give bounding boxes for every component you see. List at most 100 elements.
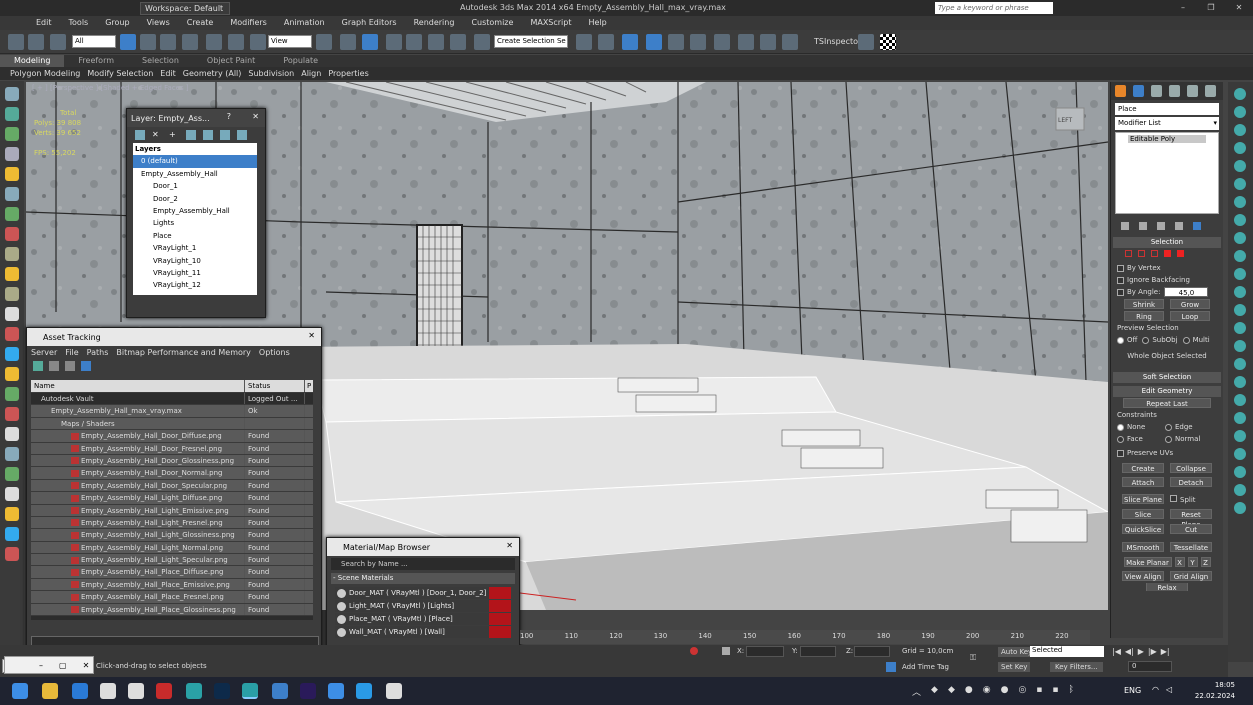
- left-tool-icon[interactable]: [5, 287, 19, 301]
- vertex-icon[interactable]: [1125, 250, 1132, 257]
- selection-rollout-header[interactable]: Selection: [1113, 237, 1221, 248]
- ribbon-panel-polygon-modeling[interactable]: Polygon Modeling: [10, 67, 80, 80]
- planar-z-button[interactable]: Z: [1200, 557, 1211, 567]
- camera-icon[interactable]: [328, 683, 344, 699]
- material-browser-header[interactable]: Material/Map Browser ✕: [327, 538, 519, 556]
- named-selection-dropdown[interactable]: Create Selection Se: [494, 35, 568, 48]
- left-tool-icon[interactable]: [5, 107, 19, 121]
- constraint-none-radio[interactable]: None: [1127, 423, 1165, 431]
- left-tool-icon[interactable]: [5, 307, 19, 321]
- go-to-end-icon[interactable]: ▶|: [1161, 647, 1170, 656]
- left-tool-icon[interactable]: [5, 407, 19, 421]
- grid-align-button[interactable]: Grid Align: [1170, 571, 1212, 581]
- right-tool-icon[interactable]: [1234, 484, 1246, 496]
- cut-button[interactable]: Cut: [1170, 524, 1212, 534]
- table-row[interactable]: Empty_Assembly_Hall_Light_Fresnel.png Fou…: [31, 516, 313, 530]
- percent-snap-icon[interactable]: [428, 34, 444, 50]
- menu-rendering[interactable]: Rendering: [414, 16, 455, 30]
- edge-icon[interactable]: [1138, 250, 1145, 257]
- bind-spacewarp-icon[interactable]: [50, 34, 66, 50]
- notepad-icon[interactable]: [272, 683, 288, 699]
- tray-app-icon[interactable]: ◎: [1018, 685, 1026, 698]
- object-name-input[interactable]: Place: [1115, 103, 1219, 115]
- table-row[interactable]: Empty_Assembly_Hall_Door_Normal.png Found: [31, 467, 313, 480]
- left-tool-icon[interactable]: [5, 207, 19, 221]
- table-row[interactable]: Empty_Assembly_Hall_Place_Fresnel.png Fou…: [31, 591, 313, 604]
- preview-subobj-radio[interactable]: SubObj: [1152, 336, 1177, 344]
- pin-stack-icon[interactable]: [1121, 222, 1129, 230]
- menu-help[interactable]: Help: [589, 16, 607, 30]
- highlight-layer-icon[interactable]: [220, 130, 230, 140]
- display-tab-icon[interactable]: [1187, 85, 1198, 97]
- material-item[interactable]: Place_MAT ( VRayMtl ) [Place]: [335, 613, 511, 625]
- unlink-icon[interactable]: [28, 34, 44, 50]
- table-row[interactable]: Empty_Assembly_Hall_Place_Emissive.png Fo…: [31, 578, 313, 592]
- list-view-icon[interactable]: [49, 361, 59, 371]
- reset-plane-button[interactable]: Reset Plane: [1170, 509, 1212, 529]
- after-effects-icon[interactable]: [300, 683, 316, 699]
- help-icon[interactable]: ?: [227, 112, 231, 121]
- configure-sets-icon[interactable]: [1193, 222, 1201, 230]
- add-to-layer-icon[interactable]: [186, 130, 196, 140]
- layer-item[interactable]: VRayLight_11: [133, 267, 257, 279]
- element-icon[interactable]: [1177, 250, 1184, 257]
- material-item[interactable]: Door_MAT ( VRayMtl ) [Door_1, Door_2]: [335, 587, 511, 599]
- close-button[interactable]: ✕: [1225, 0, 1253, 16]
- asset-menu-paths[interactable]: Paths: [87, 346, 109, 359]
- rotate-icon[interactable]: [228, 34, 244, 50]
- key-filters-button[interactable]: Key Filters...: [1050, 662, 1103, 672]
- right-tool-icon[interactable]: [1234, 124, 1246, 136]
- layer-item[interactable]: VRayLight_1: [133, 242, 257, 254]
- left-tool-icon[interactable]: [5, 167, 19, 181]
- planar-y-button[interactable]: Y: [1187, 557, 1198, 567]
- preview-off-radio[interactable]: Off: [1127, 336, 1137, 344]
- checker-icon[interactable]: [880, 34, 896, 50]
- layer-item[interactable]: Door_1: [133, 180, 257, 192]
- right-tool-icon[interactable]: [1234, 304, 1246, 316]
- angle-spinner[interactable]: 45,0: [1164, 287, 1209, 297]
- modifier-list-dropdown[interactable]: Modifier List ▾: [1115, 117, 1219, 130]
- menu-create[interactable]: Create: [187, 16, 214, 30]
- file-explorer-icon[interactable]: [42, 683, 58, 699]
- tessellate-button[interactable]: Tessellate: [1170, 542, 1212, 552]
- menu-tools[interactable]: Tools: [69, 16, 89, 30]
- asset-menu-bitmap-performance-and-memory[interactable]: Bitmap Performance and Memory: [116, 346, 251, 359]
- windows-start-icon[interactable]: [12, 683, 28, 699]
- photoshop-icon[interactable]: [214, 683, 230, 699]
- ribbon-tab-freeform[interactable]: Freeform: [64, 55, 128, 67]
- material-search-input[interactable]: Search by Name ...: [331, 558, 515, 570]
- spinner-snap-icon[interactable]: [450, 34, 466, 50]
- modify-tab-icon[interactable]: [1133, 85, 1144, 97]
- table-view-icon[interactable]: [65, 361, 75, 371]
- right-tool-icon[interactable]: [1234, 178, 1246, 190]
- timeline-ruler[interactable]: 100 110 120 130 140 150 160 170 180 190 200 210 220: [520, 630, 1090, 644]
- right-tool-icon[interactable]: [1234, 466, 1246, 478]
- table-row[interactable]: Autodesk Vault Logged Out ...: [31, 393, 313, 406]
- name-column-header[interactable]: Name: [31, 380, 245, 392]
- left-tool-icon[interactable]: [5, 187, 19, 201]
- lock-selection-icon[interactable]: [722, 647, 730, 655]
- left-tool-icon[interactable]: [5, 227, 19, 241]
- menu-maxscript[interactable]: MAXScript: [530, 16, 571, 30]
- tray-app-icon[interactable]: ●: [1001, 685, 1009, 698]
- scene-materials-group[interactable]: - Scene Materials: [331, 573, 515, 584]
- edit-named-sets-icon[interactable]: [474, 34, 490, 50]
- ribbon-panel-geometry-all-[interactable]: Geometry (All): [183, 67, 242, 80]
- bluetooth-icon[interactable]: ᛒ: [1069, 685, 1074, 698]
- layer-item[interactable]: Empty_Assembly_Hall: [133, 168, 257, 180]
- left-tool-icon[interactable]: [5, 527, 19, 541]
- minimize-icon[interactable]: –: [39, 661, 43, 670]
- layer-item[interactable]: Door_2: [133, 193, 257, 205]
- detach-button[interactable]: Detach: [1170, 477, 1212, 487]
- right-tool-icon[interactable]: [1234, 322, 1246, 334]
- menu-group[interactable]: Group: [105, 16, 129, 30]
- layer-item[interactable]: Empty_Assembly_Hall: [133, 205, 257, 217]
- remove-modifier-icon[interactable]: [1175, 222, 1183, 230]
- left-tool-icon[interactable]: [5, 427, 19, 441]
- select-layer-icon[interactable]: [203, 130, 213, 140]
- rect-selection-icon[interactable]: [160, 34, 176, 50]
- delete-layer-icon[interactable]: ✕: [152, 130, 162, 140]
- schematic-view-icon[interactable]: [690, 34, 706, 50]
- material-item[interactable]: Wall_MAT ( VRayMtl ) [Wall]: [335, 626, 511, 638]
- tray-app-icon[interactable]: ◆: [931, 685, 938, 698]
